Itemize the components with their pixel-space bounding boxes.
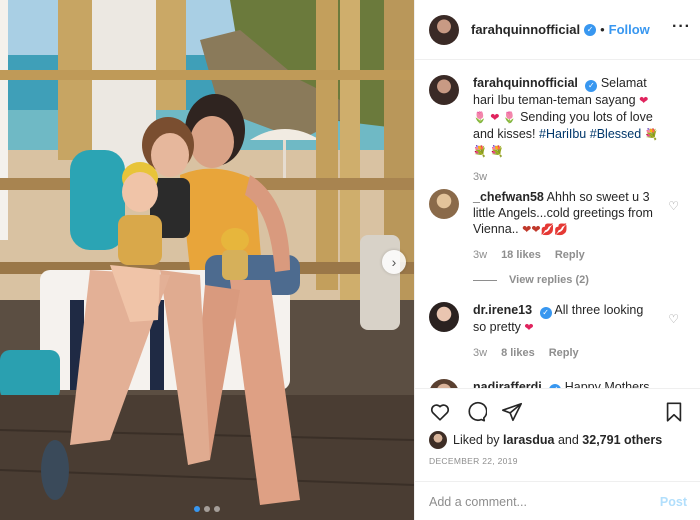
heart-kiss-emoji: ❤❤💋💋 xyxy=(522,223,568,236)
save-bookmark-icon[interactable] xyxy=(663,401,685,423)
commenter-avatar[interactable] xyxy=(429,189,459,219)
liked-by-summary: Liked by larasdua and 32,791 others xyxy=(429,431,662,449)
commenter-avatar[interactable] xyxy=(429,379,459,388)
header-separator: • xyxy=(600,22,605,37)
reply-button[interactable]: Reply xyxy=(549,345,579,361)
next-photo-button[interactable]: › xyxy=(382,250,406,274)
author-username[interactable]: farahquinnofficial xyxy=(471,22,580,37)
carousel-dot xyxy=(194,506,200,512)
reply-button[interactable]: Reply xyxy=(555,247,585,263)
verified-badge-icon: ✓ xyxy=(585,80,598,92)
liked-by-prefix: Liked by xyxy=(453,433,500,447)
like-comment-heart-icon[interactable]: ♡ xyxy=(668,199,679,213)
liker-avatar[interactable] xyxy=(429,431,447,449)
comment-username[interactable]: nadirafferdi xyxy=(473,380,542,388)
heart-emoji: ❤ xyxy=(524,321,534,334)
caption-username[interactable]: farahquinnofficial xyxy=(473,76,578,90)
replies-divider xyxy=(473,279,497,281)
comment-username[interactable]: dr.irene13 xyxy=(473,303,532,317)
share-paper-plane-icon[interactable] xyxy=(501,401,523,423)
post-photo[interactable]: › xyxy=(0,0,414,520)
more-options-icon[interactable]: ··· xyxy=(672,18,691,36)
comment-likes[interactable]: 8 likes xyxy=(501,345,535,361)
liked-by-connector: and xyxy=(557,433,579,447)
liked-by-others[interactable]: 32,791 others xyxy=(582,433,662,447)
verified-badge-icon: ✓ xyxy=(539,307,552,319)
hashtag-link[interactable]: #HariIbu xyxy=(539,127,586,141)
comment-text: Happy Mothers xyxy=(564,380,650,388)
comment-username[interactable]: _chefwan58 xyxy=(473,190,544,204)
comment-item: _chefwan58 Ahhh so sweet u 3 little Ange… xyxy=(429,189,687,288)
caption-time[interactable]: 3w xyxy=(473,169,487,185)
comment-input[interactable] xyxy=(429,494,660,509)
hashtag-link[interactable]: #Blessed xyxy=(590,127,641,141)
like-comment-heart-icon[interactable]: ♡ xyxy=(668,312,679,326)
view-replies-label: View replies (2) xyxy=(509,274,589,286)
add-comment-bar: Post xyxy=(415,481,700,520)
comment-likes[interactable]: 18 likes xyxy=(501,247,541,263)
photo-illustration xyxy=(0,0,414,520)
carousel-indicator xyxy=(0,506,414,512)
verified-badge-icon: ✓ xyxy=(584,23,597,36)
comment-time[interactable]: 3w xyxy=(473,247,487,263)
comments-list[interactable]: farahquinnofficial ✓ Selamat hari Ibu te… xyxy=(415,61,700,388)
comment-bubble-icon[interactable] xyxy=(465,401,487,423)
comment-item: nadirafferdi ✓ Happy Mothers xyxy=(429,379,687,388)
comment-time[interactable]: 3w xyxy=(473,345,487,361)
post-date[interactable]: DECEMBER 22, 2019 xyxy=(429,456,518,466)
liked-by-user[interactable]: larasdua xyxy=(503,433,554,447)
action-icons xyxy=(429,401,523,423)
carousel-dot xyxy=(204,506,210,512)
author-avatar[interactable] xyxy=(429,75,459,105)
author-avatar[interactable] xyxy=(429,14,459,45)
carousel-dot xyxy=(214,506,220,512)
post-header: farahquinnofficial ✓ • Follow ··· xyxy=(415,0,700,60)
view-replies-button[interactable]: View replies (2) xyxy=(473,272,659,288)
post-side-panel: farahquinnofficial ✓ • Follow ··· farahq… xyxy=(414,0,700,520)
follow-button[interactable]: Follow xyxy=(609,22,650,37)
commenter-avatar[interactable] xyxy=(429,302,459,332)
comment-item: dr.irene13 ✓ All three looking so pretty… xyxy=(429,302,687,361)
post-comment-button[interactable]: Post xyxy=(660,495,687,509)
caption: farahquinnofficial ✓ Selamat hari Ibu te… xyxy=(429,75,687,185)
post-actions: Liked by larasdua and 32,791 others DECE… xyxy=(415,388,700,520)
chevron-right-icon: › xyxy=(391,254,397,270)
like-heart-icon[interactable] xyxy=(429,401,451,423)
